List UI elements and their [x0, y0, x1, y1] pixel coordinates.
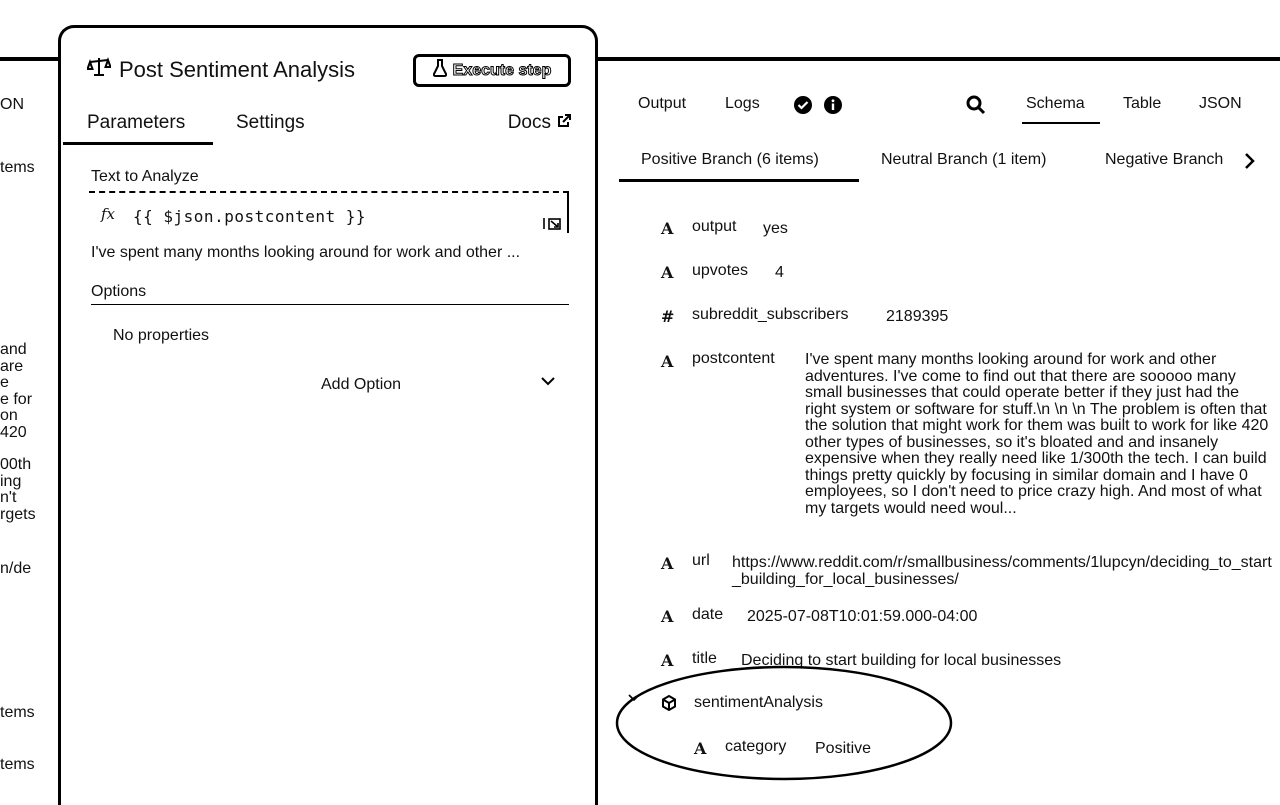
balance-scale-icon [86, 56, 112, 83]
node-title: Post Sentiment Analysis [119, 56, 356, 82]
add-option-select[interactable]: Add Option [321, 376, 401, 394]
string-type-icon: A [661, 352, 674, 371]
field-name[interactable]: postcontent [692, 350, 775, 368]
url-fragment: n/de [0, 560, 32, 577]
tab-output[interactable]: Output [638, 95, 686, 113]
object-cube-icon [661, 694, 677, 716]
items-count-fragment: tems [0, 756, 35, 773]
expression-fx-icon: fx [101, 205, 116, 223]
expand-editor-icon[interactable] [543, 215, 563, 234]
string-type-icon: A [694, 739, 707, 758]
input-panel-edge: ON tems and are e e for on 420 00th ing … [0, 0, 60, 796]
flask-icon [432, 59, 447, 82]
field-name[interactable]: category [725, 738, 786, 756]
field-value: I've spent many months looking around fo… [805, 351, 1269, 517]
postcontent-fragment: and are e e for on 420 00th ing n't rget… [0, 341, 36, 523]
docs-label: Docs [507, 112, 551, 133]
field-name[interactable]: output [692, 218, 736, 236]
collapse-chevron-icon[interactable] [627, 691, 641, 709]
json-tab-fragment[interactable]: ON [0, 96, 24, 113]
check-circle-icon [793, 95, 813, 120]
tab-schema[interactable]: Schema [1026, 95, 1085, 113]
chevron-down-icon[interactable] [539, 372, 557, 395]
string-type-icon: A [661, 219, 674, 238]
field-value: 4 [775, 264, 784, 281]
field-name[interactable]: subreddit_subscribers [692, 306, 849, 324]
divider [598, 57, 1280, 61]
tab-parameters[interactable]: Parameters [87, 112, 185, 134]
field-value: yes [763, 220, 788, 237]
tab-neutral-branch[interactable]: Neutral Branch (1 item) [881, 151, 1046, 169]
text-to-analyze-label: Text to Analyze [91, 168, 199, 185]
external-link-icon [557, 112, 571, 134]
active-branch-indicator [619, 179, 859, 182]
node-parameters-panel: Post Sentiment Analysis Execute step Par… [58, 25, 598, 805]
expression-value: {{ $json.postcontent }} [133, 207, 367, 226]
divider [91, 304, 569, 305]
chevron-right-icon[interactable] [1240, 151, 1258, 176]
string-type-icon: A [661, 607, 674, 626]
field-name[interactable]: url [692, 552, 710, 570]
annotation-ellipse [615, 665, 953, 781]
tab-positive-branch[interactable]: Positive Branch (6 items) [641, 151, 819, 169]
node-title-row: Post Sentiment Analysis [86, 56, 356, 83]
field-name[interactable]: upvotes [692, 262, 748, 280]
tab-settings[interactable]: Settings [236, 112, 305, 134]
field-value: https://www.reddit.com/r/smallbusiness/c… [732, 554, 1272, 588]
tab-logs[interactable]: Logs [725, 95, 760, 113]
tab-table[interactable]: Table [1123, 95, 1161, 113]
divider [0, 57, 60, 61]
field-name[interactable]: date [692, 606, 723, 624]
expression-preview: I've spent many months looking around fo… [91, 244, 521, 261]
active-view-indicator [1022, 122, 1100, 124]
string-type-icon: A [661, 263, 674, 282]
text-to-analyze-input[interactable]: fx {{ $json.postcontent }} [89, 191, 569, 233]
field-value: Positive [815, 740, 872, 757]
items-count-fragment: tems [0, 159, 35, 176]
field-value: 2189395 [886, 308, 949, 325]
tab-negative-branch[interactable]: Negative Branch (0 items) [1105, 151, 1224, 169]
active-tab-indicator [63, 142, 213, 145]
info-circle-icon[interactable] [823, 95, 843, 120]
execute-step-button[interactable]: Execute step [413, 54, 571, 87]
tab-json[interactable]: JSON [1199, 95, 1242, 113]
execute-step-label: Execute step [452, 61, 552, 79]
branch-clip: Negative Branch (0 items) [1100, 140, 1224, 180]
no-properties-text: No properties [113, 327, 210, 344]
string-type-icon: A [661, 554, 674, 573]
field-value: 2025-07-08T10:01:59.000-04:00 [747, 608, 978, 625]
docs-link[interactable]: Docs [508, 112, 571, 134]
number-type-icon: # [661, 307, 675, 326]
search-icon[interactable] [965, 94, 987, 121]
options-heading: Options [91, 283, 147, 300]
field-name[interactable]: sentimentAnalysis [694, 694, 823, 712]
items-count-fragment: tems [0, 704, 35, 721]
